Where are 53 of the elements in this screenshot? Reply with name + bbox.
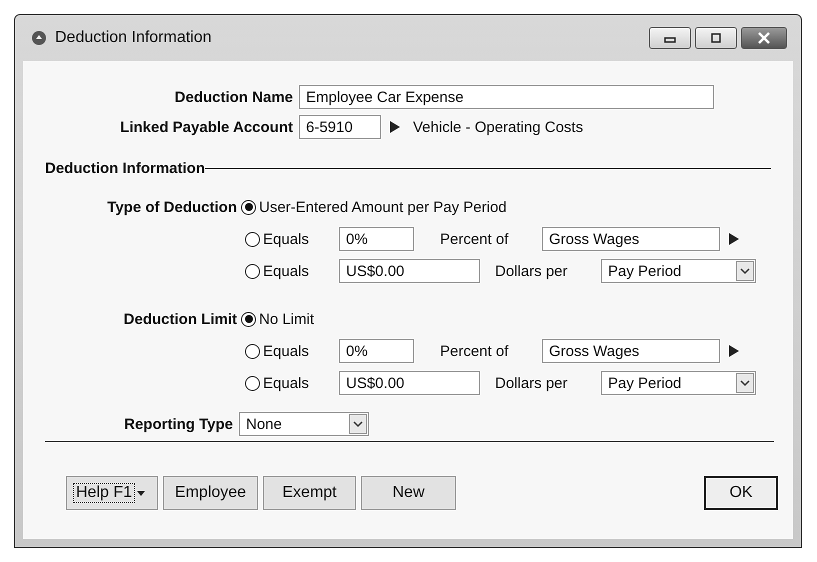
- radio-button[interactable]: [245, 376, 260, 390]
- arrow-icon[interactable]: [728, 232, 740, 246]
- dropdown-icon: [736, 373, 754, 393]
- radio-label[interactable]: Equals: [263, 374, 339, 392]
- basis-field[interactable]: Gross Wages: [542, 339, 720, 363]
- period-dropdown[interactable]: Pay Period: [601, 259, 756, 283]
- action-button[interactable]: Exempt: [263, 476, 356, 510]
- caret-icon: [137, 490, 146, 496]
- amount-field[interactable]: US$0.00: [339, 371, 480, 395]
- section-heading: Deduction Information: [45, 160, 205, 177]
- radio-button[interactable]: [245, 264, 260, 278]
- amount-field[interactable]: 0%: [339, 227, 414, 251]
- account-description: Vehicle - Operating Costs: [413, 118, 584, 136]
- radio-button[interactable]: [245, 232, 260, 246]
- app-icon: [31, 30, 47, 46]
- unit-label: Dollars per: [495, 374, 569, 392]
- radio-label[interactable]: User-Entered Amount per Pay Period: [259, 198, 507, 216]
- unit-label: Percent of: [440, 230, 510, 248]
- arrow-icon[interactable]: [728, 344, 740, 358]
- radio-button[interactable]: [241, 312, 256, 326]
- deduction-name-field[interactable]: Employee Car Expense: [299, 85, 714, 109]
- arrow-icon[interactable]: [389, 120, 401, 134]
- help-button[interactable]: Help F1: [66, 476, 158, 510]
- close-icon: [757, 32, 771, 44]
- amount-field[interactable]: US$0.00: [339, 259, 480, 283]
- radio-label[interactable]: No Limit: [259, 310, 314, 328]
- field-label: Deduction Name: [174, 88, 293, 106]
- ok-button[interactable]: OK: [704, 476, 778, 510]
- dropdown-icon: [349, 414, 367, 434]
- radio-label[interactable]: Equals: [263, 342, 339, 360]
- period-dropdown[interactable]: Pay Period: [601, 371, 756, 395]
- radio-label[interactable]: Equals: [263, 230, 339, 248]
- maximize-icon: [709, 32, 723, 44]
- field-label: Linked Payable Account: [119, 118, 293, 136]
- radio-label[interactable]: Equals: [263, 262, 339, 280]
- action-button[interactable]: Employee: [163, 476, 258, 510]
- action-button[interactable]: New: [361, 476, 456, 510]
- account-field[interactable]: 6-5910: [299, 115, 381, 139]
- window-title: Deduction Information: [55, 29, 212, 47]
- radio-button[interactable]: [241, 200, 256, 214]
- unit-label: Percent of: [440, 342, 510, 360]
- amount-field[interactable]: 0%: [339, 339, 414, 363]
- reporting-type-dropdown[interactable]: None: [239, 412, 369, 436]
- field-label: Reporting Type: [123, 416, 233, 432]
- group-label: Type of Deduction: [106, 198, 237, 216]
- maximize-button[interactable]: [695, 27, 737, 49]
- minimize-button[interactable]: [649, 27, 691, 49]
- group-label: Deduction Limit: [122, 310, 237, 328]
- close-button[interactable]: [741, 27, 787, 49]
- radio-button[interactable]: [245, 344, 260, 358]
- dropdown-icon: [736, 261, 754, 281]
- basis-field[interactable]: Gross Wages: [542, 227, 720, 251]
- unit-label: Dollars per: [495, 262, 569, 280]
